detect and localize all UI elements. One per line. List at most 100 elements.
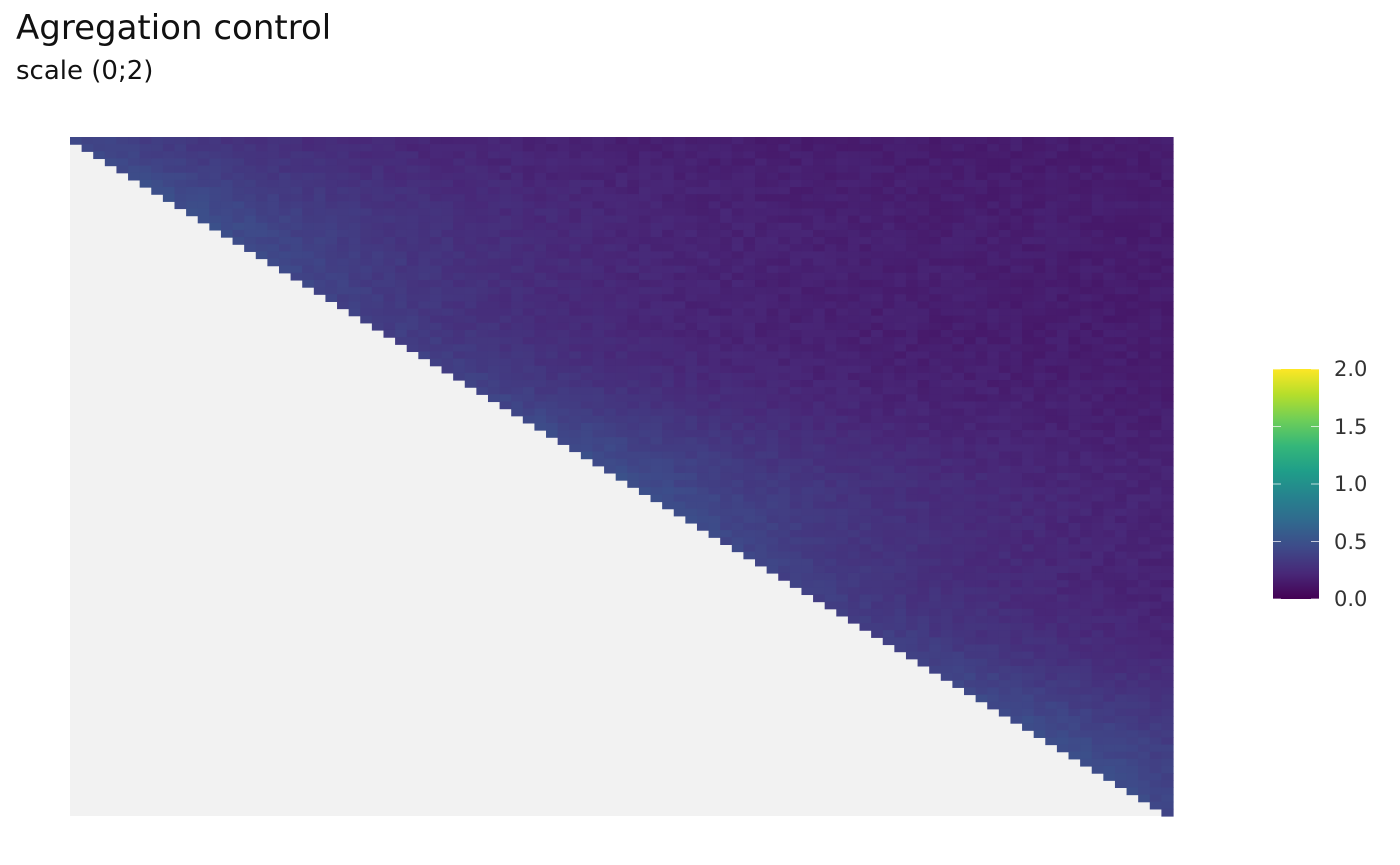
heatmap-cell <box>615 287 628 295</box>
heatmap-cell <box>1010 637 1023 646</box>
heatmap-cell <box>894 587 907 596</box>
heatmap-cell <box>871 551 884 560</box>
heatmap-cell <box>778 237 791 245</box>
heatmap-cell <box>557 394 570 403</box>
heatmap-cell <box>836 165 849 174</box>
heatmap-cell <box>975 615 988 624</box>
heatmap-cell <box>1068 737 1081 746</box>
heatmap-cell <box>998 565 1012 574</box>
heatmap-cell <box>766 329 779 338</box>
heatmap-cell <box>1091 723 1104 731</box>
heatmap-cell <box>1091 651 1104 660</box>
heatmap-cell <box>859 194 872 202</box>
heatmap-cell <box>1056 558 1070 567</box>
heatmap-cell <box>487 308 501 317</box>
heatmap-cell <box>743 179 756 188</box>
heatmap-cell <box>1080 315 1093 324</box>
heatmap-cell <box>604 351 617 360</box>
heatmap-cell <box>604 458 617 467</box>
heatmap-cell <box>952 137 965 145</box>
heatmap-cell <box>882 515 895 524</box>
heatmap-cell <box>1022 701 1035 710</box>
heatmap-cell <box>801 215 814 224</box>
heatmap-cell <box>673 251 686 260</box>
heatmap-cell <box>638 208 652 217</box>
heatmap-cell <box>708 494 721 503</box>
heatmap-cell <box>755 172 768 181</box>
heatmap-cell <box>917 630 930 638</box>
heatmap-cell <box>801 237 814 245</box>
heatmap-cell <box>1080 758 1093 767</box>
heatmap-cell <box>464 215 477 224</box>
heatmap-cell <box>534 229 547 238</box>
heatmap-cell <box>905 637 919 646</box>
heatmap-cell <box>696 508 710 517</box>
heatmap-cell <box>824 544 837 553</box>
heatmap-cell <box>1080 308 1093 317</box>
heatmap-cell <box>406 244 419 252</box>
heatmap-cell <box>557 430 570 438</box>
heatmap-cell <box>1056 265 1070 274</box>
heatmap-cell <box>186 137 199 145</box>
heatmap-cell <box>1010 301 1023 310</box>
heatmap-cell <box>1080 272 1093 281</box>
heatmap-cell <box>383 194 396 202</box>
heatmap-cell <box>1161 408 1174 417</box>
heatmap-cell <box>766 494 779 503</box>
heatmap-cell <box>1161 172 1174 181</box>
heatmap-cell <box>546 229 559 238</box>
heatmap-cell <box>871 501 884 510</box>
heatmap-cell <box>801 380 814 388</box>
heatmap-cell <box>743 487 756 495</box>
heatmap-cell <box>731 172 745 181</box>
heatmap-cell <box>859 315 872 324</box>
heatmap-cell <box>708 408 721 417</box>
heatmap-cell <box>708 387 721 395</box>
heatmap-cell <box>1080 587 1093 596</box>
heatmap-cell <box>778 279 791 288</box>
heatmap-cell <box>766 415 779 424</box>
heatmap-cell <box>1149 723 1162 731</box>
heatmap-cell <box>1114 315 1128 324</box>
heatmap-cell <box>1091 594 1104 603</box>
heatmap-cell <box>1138 144 1151 152</box>
heatmap-cell <box>673 215 686 224</box>
heatmap-cell <box>534 329 547 338</box>
heatmap-cell <box>1010 551 1023 560</box>
heatmap-cell <box>859 422 872 431</box>
heatmap-cell <box>1068 415 1081 424</box>
heatmap-cell <box>151 158 164 167</box>
heatmap-cell <box>1022 322 1035 331</box>
heatmap-cell <box>720 251 733 260</box>
heatmap-cell <box>1010 422 1023 431</box>
heatmap-cell <box>511 165 524 174</box>
heatmap-cell <box>1161 315 1174 324</box>
heatmap-cell <box>348 244 361 252</box>
heatmap-cell <box>360 272 373 281</box>
heatmap-cell <box>557 229 570 238</box>
heatmap-cell <box>1126 351 1139 360</box>
heatmap-cell <box>1068 565 1081 574</box>
heatmap-cell <box>395 165 408 174</box>
heatmap-cell <box>871 358 884 367</box>
heatmap-cell <box>905 279 919 288</box>
heatmap-cell <box>325 158 338 167</box>
heatmap-cell <box>975 487 988 495</box>
heatmap-cell <box>1022 601 1035 610</box>
heatmap-cell <box>557 151 570 160</box>
heatmap-cell <box>406 237 419 245</box>
heatmap-cell <box>1103 723 1116 731</box>
heatmap-cell <box>1045 294 1058 302</box>
heatmap-cell <box>557 401 570 410</box>
heatmap-cell <box>487 344 501 353</box>
heatmap-cell <box>1126 408 1139 417</box>
heatmap-cell <box>453 279 466 288</box>
heatmap-cell <box>1114 708 1128 717</box>
heatmap-cell <box>917 515 930 524</box>
heatmap-cell <box>905 251 919 260</box>
heatmap-cell <box>650 237 663 245</box>
heatmap-cell <box>604 244 617 252</box>
heatmap-cell <box>383 187 396 195</box>
heatmap-cell <box>824 351 837 360</box>
heatmap-cell <box>395 208 408 217</box>
